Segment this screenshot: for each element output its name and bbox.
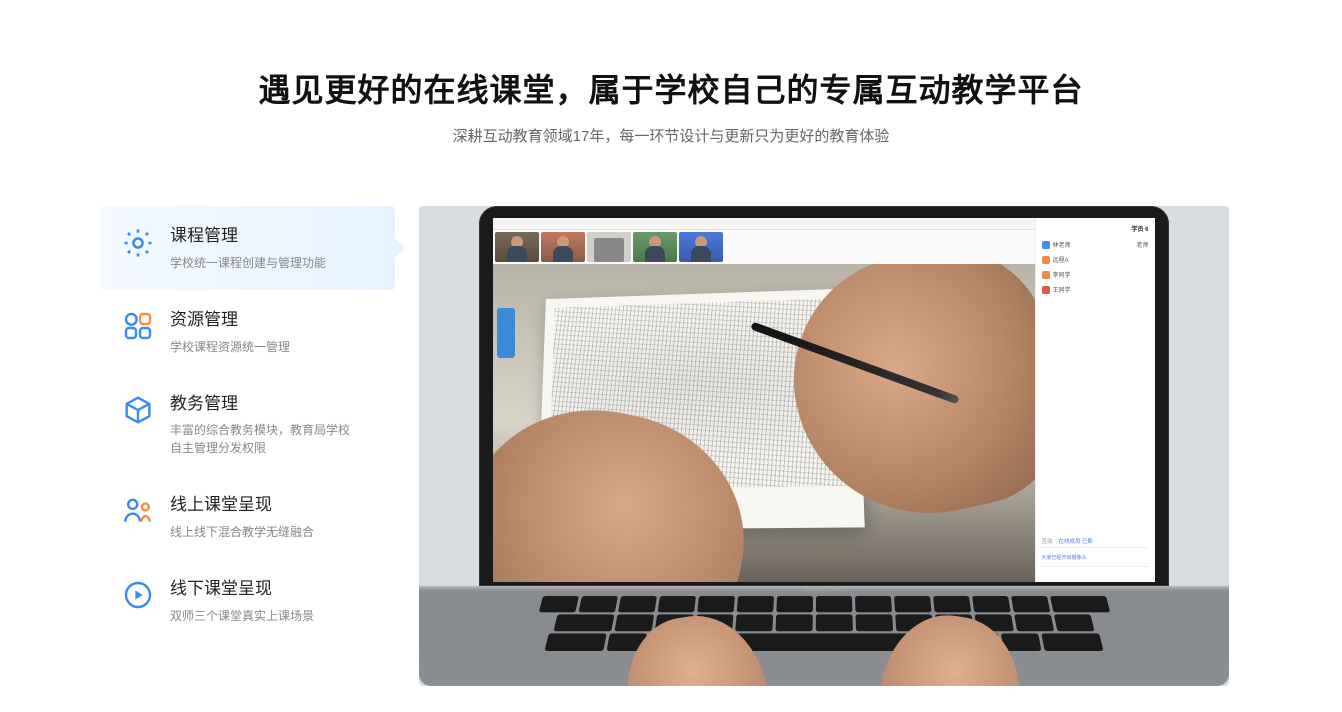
sidebar-item-title: 资源管理 — [170, 308, 379, 332]
annotation-toolbar — [497, 308, 515, 358]
people-icon — [118, 493, 158, 527]
app-titlebar — [493, 218, 1035, 230]
participant-thumbnail — [587, 232, 631, 262]
participant-row: 王同学 — [1042, 284, 1149, 295]
page-subtitle: 深耕互动教育领域17年，每一环节设计与更新只为更好的教育体验 — [0, 125, 1342, 146]
participant-thumbnail — [541, 232, 585, 262]
sidebar-item-academic-management[interactable]: 教务管理 丰富的综合教务模块，教育局学校自主管理分发权限 — [100, 374, 395, 476]
classroom-app-window: 学员 6 林老师老师 远程A 李同学 王同学 互动 在线成员 已断 大家已经开启… — [493, 218, 1155, 582]
panel-tabs: 互动 在线成员 已断 — [1042, 537, 1149, 548]
participant-row: 远程A — [1042, 254, 1149, 265]
panel-tab: 互动 — [1042, 537, 1053, 545]
content-row: 课程管理 学校统一课程创建与管理功能 资源管理 学校课程资源统一管理 — [0, 206, 1342, 686]
sidebar-item-title: 线下课堂呈现 — [170, 577, 379, 601]
feature-sidebar: 课程管理 学校统一课程创建与管理功能 资源管理 学校课程资源统一管理 — [100, 206, 395, 686]
shared-camera-feed — [493, 264, 1035, 582]
cube-icon — [118, 392, 158, 426]
sidebar-item-title: 线上课堂呈现 — [170, 493, 379, 517]
sidebar-item-online-classroom[interactable]: 线上课堂呈现 线上线下混合教学无缝融合 — [100, 475, 395, 559]
sidebar-item-offline-classroom[interactable]: 线下课堂呈现 双师三个课堂真实上课场景 — [100, 559, 395, 643]
laptop-mock: 学员 6 林老师老师 远程A 李同学 王同学 互动 在线成员 已断 大家已经开启… — [419, 206, 1229, 686]
grid-apps-icon — [118, 308, 158, 342]
participant-row: 李同学 — [1042, 269, 1149, 280]
gear-icon — [118, 224, 158, 260]
sidebar-item-desc: 线上线下混合教学无缝融合 — [170, 523, 350, 541]
sidebar-item-course-management[interactable]: 课程管理 学校统一课程创建与管理功能 — [100, 206, 395, 290]
laptop-screen-frame: 学员 6 林老师老师 远程A 李同学 王同学 互动 在线成员 已断 大家已经开启… — [479, 206, 1169, 586]
play-circle-icon — [118, 577, 158, 611]
sidebar-item-title: 课程管理 — [170, 224, 379, 248]
participant-thumbnail — [495, 232, 539, 262]
panel-tab: 在线成员 已断 — [1059, 537, 1094, 545]
chat-preview: 大家已经开启摄像头 — [1042, 554, 1149, 562]
sidebar-item-title: 教务管理 — [170, 392, 379, 416]
chat-input-bar — [1042, 566, 1149, 576]
participant-thumbnail — [679, 232, 723, 262]
laptop-model-label: MacBook Pro — [805, 587, 841, 593]
participant-thumbnail — [633, 232, 677, 262]
keyboard — [487, 596, 1159, 651]
laptop-keyboard-deck: MacBook Pro — [419, 586, 1229, 686]
participant-camera-row — [493, 230, 1035, 264]
sidebar-item-desc: 丰富的综合教务模块，教育局学校自主管理分发权限 — [170, 421, 350, 457]
sidebar-item-desc: 学校课程资源统一管理 — [170, 338, 350, 356]
page-title: 遇见更好的在线课堂，属于学校自己的专属互动教学平台 — [0, 65, 1342, 111]
sidebar-item-desc: 学校统一课程创建与管理功能 — [170, 254, 350, 272]
page-header: 遇见更好的在线课堂，属于学校自己的专属互动教学平台 深耕互动教育领域17年，每一… — [0, 0, 1342, 146]
sidebar-item-resource-management[interactable]: 资源管理 学校课程资源统一管理 — [100, 290, 395, 374]
classroom-side-panel: 学员 6 林老师老师 远程A 李同学 王同学 互动 在线成员 已断 大家已经开启… — [1035, 218, 1155, 582]
sidebar-item-desc: 双师三个课堂真实上课场景 — [170, 607, 350, 625]
participant-row: 林老师老师 — [1042, 239, 1149, 250]
video-main-area — [493, 218, 1035, 582]
feature-illustration: 学员 6 林老师老师 远程A 李同学 王同学 互动 在线成员 已断 大家已经开启… — [415, 206, 1232, 686]
panel-header: 学员 6 — [1042, 224, 1149, 233]
